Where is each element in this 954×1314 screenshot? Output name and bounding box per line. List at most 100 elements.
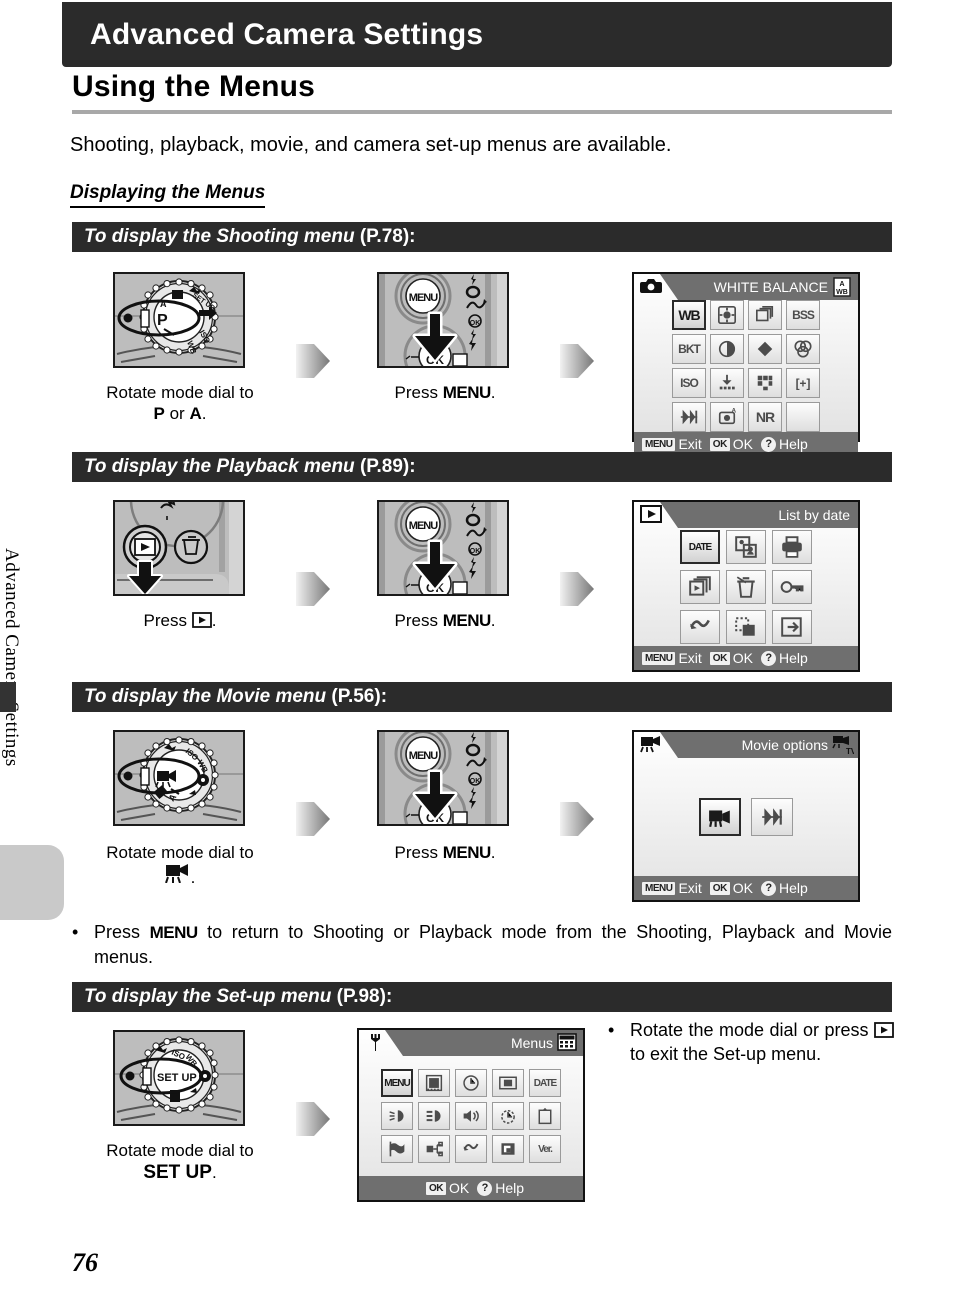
lcd-footer-item[interactable]: OK OK bbox=[709, 880, 753, 896]
menu-cell-icon bbox=[499, 1074, 517, 1092]
lcd-footer-item[interactable]: MENU Exit bbox=[642, 880, 702, 896]
playback-icon bbox=[640, 505, 662, 523]
menu-cell-menus[interactable]: MENU bbox=[381, 1069, 413, 1097]
lcd-footer-key: ? bbox=[761, 436, 777, 452]
menu-cell-date[interactable] bbox=[455, 1069, 487, 1097]
menu-cell-movie-option[interactable] bbox=[699, 798, 741, 836]
lcd-footer-label: Exit bbox=[678, 650, 702, 666]
menu-cell-image-adjustment[interactable] bbox=[710, 334, 744, 364]
menu-cell-list-by-date[interactable]: DATE bbox=[680, 530, 720, 564]
menu-cell-reset-all[interactable] bbox=[455, 1135, 487, 1163]
menu-cell-image-quality[interactable] bbox=[710, 368, 744, 398]
menu-cell-language[interactable] bbox=[381, 1135, 413, 1163]
menu-cell-icon bbox=[755, 339, 775, 359]
lcd-footer-item[interactable]: ? Help bbox=[477, 1180, 524, 1196]
svg-text:MENU: MENU bbox=[409, 520, 438, 532]
menu-cell-icon bbox=[462, 1107, 480, 1125]
section-label-setup: To display the Set-up menu bbox=[84, 986, 332, 1007]
menu-key-label: MENU bbox=[442, 843, 492, 862]
menu-cell-metering[interactable] bbox=[710, 300, 744, 330]
menu-cell-small-picture[interactable] bbox=[726, 530, 766, 564]
menu-cell-electronic-vr[interactable] bbox=[751, 798, 793, 836]
lcd-footer-item[interactable]: MENU Exit bbox=[642, 436, 702, 452]
menu-cell-best-shot-selector[interactable]: BSS bbox=[786, 300, 820, 330]
menu-cell-protect[interactable] bbox=[772, 570, 812, 604]
menu-cell-print-set[interactable] bbox=[772, 530, 812, 564]
caption-period: . bbox=[490, 383, 496, 402]
menu-cell-brightness[interactable] bbox=[381, 1102, 413, 1130]
menu-cell-af-assist[interactable] bbox=[418, 1102, 450, 1130]
lcd-footer-label: OK bbox=[448, 1180, 470, 1196]
menu-cell-empty-cell[interactable] bbox=[786, 402, 820, 432]
mode-dial-photo-shooting: SET UP ISO WB A P bbox=[113, 272, 245, 368]
menu-cell-controls[interactable] bbox=[492, 1135, 524, 1163]
menu-cell-icon bbox=[717, 305, 737, 325]
caption-text: Press bbox=[394, 383, 438, 402]
menu-cell-icon bbox=[536, 1107, 554, 1125]
menu-cell-delete[interactable] bbox=[726, 570, 766, 604]
menu-cell-icon bbox=[425, 1140, 443, 1158]
svg-text:A: A bbox=[732, 407, 737, 414]
menu-button-photo-playback: MENU OK OK bbox=[377, 500, 509, 596]
menu-cell-continuous[interactable] bbox=[748, 300, 782, 330]
menu-cell-auto-off[interactable] bbox=[492, 1102, 524, 1130]
lcd-footer-item[interactable]: OK OK bbox=[709, 436, 753, 452]
lcd-screen-movie: Movie options TV MENU Exit OK OK? Help bbox=[632, 730, 860, 902]
menu-cell-small-picture-resize[interactable] bbox=[726, 610, 766, 644]
lcd-footer-key: MENU bbox=[642, 437, 676, 451]
caption-period: . bbox=[201, 404, 207, 424]
menu-cell-icon bbox=[734, 615, 758, 639]
menu-cell-glyph: DATE bbox=[688, 541, 713, 553]
menu-cell-icon bbox=[425, 1107, 443, 1125]
menu-cell-format-memory[interactable] bbox=[529, 1102, 561, 1130]
auto-wb-icon: A WB bbox=[832, 277, 852, 297]
section-bar-shooting: To display the Shooting menu (P.78): bbox=[72, 222, 892, 252]
menu-cell-af-area-mode[interactable]: [+] bbox=[786, 368, 820, 398]
lcd-footer-label: OK bbox=[732, 650, 754, 666]
menu-cell-glyph: MENU bbox=[384, 1077, 410, 1089]
lcd-footer-item[interactable]: ? Help bbox=[761, 650, 808, 666]
lcd-screen-playback: List by date DATE MENU Exit OK OK ? Help bbox=[632, 500, 860, 672]
lcd-footer-item[interactable]: ? Help bbox=[761, 436, 808, 452]
menu-cell-interface-usb[interactable] bbox=[418, 1135, 450, 1163]
chapter-title: Advanced Camera Settings bbox=[90, 17, 484, 51]
section-bar-playback: To display the Playback menu (P.89): bbox=[72, 452, 892, 482]
menu-cell-slide-show[interactable] bbox=[680, 570, 720, 604]
lcd-footer-key: OK bbox=[425, 1181, 446, 1195]
svg-text:OK: OK bbox=[470, 778, 481, 785]
lcd-title-setup: Menus bbox=[510, 1035, 553, 1051]
lcd-footer-item[interactable]: OK OK bbox=[709, 650, 754, 666]
menu-cell-image-sharpening[interactable] bbox=[748, 334, 782, 364]
menu-cell-welcome-screen[interactable] bbox=[418, 1069, 450, 1097]
menu-cell-white-balance[interactable]: WB bbox=[672, 300, 706, 330]
sidebar-dark-tab bbox=[0, 682, 16, 712]
menu-cell-d-lighting[interactable] bbox=[680, 610, 720, 644]
menu-key-label: MENU bbox=[149, 923, 199, 942]
menu-cell-iso-sensitivity[interactable]: ISO bbox=[672, 368, 706, 398]
lcd-title-shooting: WHITE BALANCE bbox=[713, 279, 828, 295]
caption-shooting-step2: Press MENU. bbox=[360, 382, 530, 403]
menu-cell-date-imprint[interactable]: DATE bbox=[529, 1069, 561, 1097]
lcd-footer-item[interactable]: OK OK bbox=[425, 1180, 470, 1196]
page-number: 76 bbox=[72, 1248, 98, 1277]
menu-cell-icon bbox=[499, 1140, 517, 1158]
lcd-footer-item[interactable]: MENU Exit bbox=[642, 650, 702, 666]
menu-cell-bracketing[interactable]: BKT bbox=[672, 334, 706, 364]
lcd-title-playback: List by date bbox=[778, 507, 850, 523]
menu-cell-firmware-version[interactable]: Ver. bbox=[529, 1135, 561, 1163]
menu-cell-lens-convertor[interactable] bbox=[672, 402, 706, 432]
menu-cell-monitor-settings[interactable] bbox=[492, 1069, 524, 1097]
lcd-footer-item[interactable]: ? Help bbox=[761, 880, 808, 896]
menu-cell-noise-reduction[interactable]: NR bbox=[748, 402, 782, 432]
menu-cell-saturation-control[interactable] bbox=[786, 334, 820, 364]
movie-icon bbox=[164, 863, 191, 884]
menu-cell-copy[interactable] bbox=[772, 610, 812, 644]
menu-cell-sound-settings[interactable] bbox=[455, 1102, 487, 1130]
menu-cell-icon bbox=[425, 1074, 443, 1092]
menu-cell-auto-exposure[interactable]: A bbox=[710, 402, 744, 432]
svg-text:OK: OK bbox=[470, 320, 481, 327]
menu-cell-image-size[interactable] bbox=[748, 368, 782, 398]
menu-cell-glyph: NR bbox=[755, 409, 775, 425]
caption-movie-step1: Rotate mode dial to . bbox=[60, 842, 300, 889]
sidebar-gray-tab bbox=[0, 845, 64, 920]
